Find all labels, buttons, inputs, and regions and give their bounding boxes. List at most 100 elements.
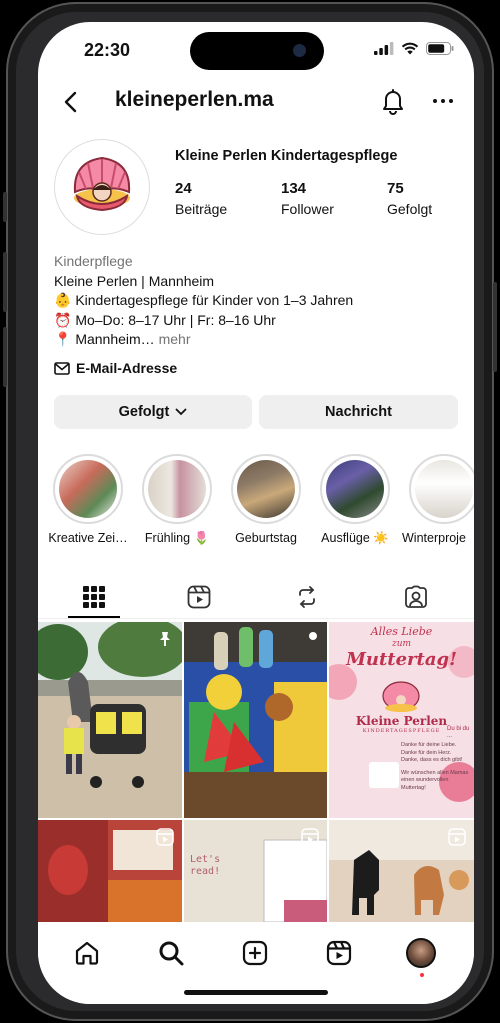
nav-home[interactable]: [70, 936, 104, 970]
mail-icon: [54, 361, 70, 375]
profile-notification-dot: [420, 973, 424, 977]
status-bar: 22:30: [38, 22, 474, 76]
muttertag-wish-line: Wir wünschen allen Mamas: [401, 769, 469, 776]
profile-avatar-icon: [406, 938, 436, 968]
bio: Kinderpflege Kleine Perlen | Mannheim 👶 …: [54, 252, 464, 350]
post-thumbnail[interactable]: Alles Liebe zum Muttertag! Kleine Perlen…: [329, 622, 474, 818]
bio-more-link[interactable]: mehr: [159, 331, 191, 347]
muttertag-thanks-line: Danke für deine Liebe.: [401, 742, 457, 748]
muttertag-thanks: Danke für deine Liebe. Danke für dein He…: [401, 742, 471, 792]
create-plus-icon: [242, 940, 268, 966]
muttertag-wish-line: Muttertag!: [401, 784, 426, 791]
nav-search[interactable]: [154, 936, 188, 970]
muttertag-thanks-line: Danke, dass es dich gibt!: [401, 757, 463, 763]
following-button[interactable]: Gefolgt: [54, 395, 252, 429]
stat-followers[interactable]: 134 Follower: [281, 180, 334, 217]
stat-followers-value: 134: [281, 180, 307, 197]
profile-category: Kinderpflege: [54, 253, 133, 269]
more-options-icon[interactable]: [430, 86, 456, 116]
highlight-thumb: [415, 460, 473, 518]
tab-reposts[interactable]: [292, 582, 322, 612]
reel-icon: [301, 828, 319, 846]
reels-icon: [326, 940, 352, 966]
post-thumbnail[interactable]: Let's read!: [184, 820, 327, 922]
notification-bell-icon[interactable]: [379, 86, 407, 116]
bio-line: Kleine Perlen | Mannheim: [54, 272, 215, 289]
chevron-down-icon: [175, 408, 187, 416]
email-link[interactable]: E-Mail-Adresse: [54, 360, 177, 376]
bio-line: 📍 Mannheim…: [54, 331, 155, 347]
highlight-thumb: [148, 460, 206, 518]
home-icon: [75, 941, 99, 965]
bio-line: ⏰ Mo–Do: 8–17 Uhr | Fr: 8–16 Uhr: [54, 311, 276, 328]
stat-posts[interactable]: 24 Beiträge: [175, 180, 227, 217]
post-image-park-strollers: [38, 622, 182, 818]
battery-icon: [426, 42, 454, 55]
highlight-kreative[interactable]: Kreative Zei…: [46, 454, 130, 545]
reel-icon: [448, 828, 466, 846]
post-thumbnail[interactable]: [184, 622, 327, 818]
signal-icon: [374, 42, 394, 55]
screen: 22:30 kleineperlen.ma Kleine Perlen Kind…: [38, 22, 474, 1004]
reading-caption: Let's read!: [190, 854, 221, 877]
stat-followers-label: Follower: [281, 201, 334, 217]
reel-icon: [156, 828, 174, 846]
shell-logo-icon: [73, 156, 131, 212]
profile-tabs: [38, 574, 474, 619]
reels-icon: [187, 585, 211, 609]
highlight-ring: [320, 454, 390, 524]
highlight-ausfluege[interactable]: Ausflüge ☀️: [313, 454, 397, 546]
highlight-label: Geburtstag: [235, 531, 297, 545]
muttertag-line1: Alles Liebe: [370, 625, 433, 638]
active-tab-indicator: [68, 616, 120, 618]
muttertag-wish-line: einen wundervollen: [401, 777, 449, 783]
grid-icon: [83, 586, 105, 608]
highlight-thumb: [237, 460, 295, 518]
highlight-thumb: [326, 460, 384, 518]
highlight-ring: [409, 454, 474, 524]
highlight-ring: [231, 454, 301, 524]
nav-reels[interactable]: [322, 936, 356, 970]
highlight-winterprojekte[interactable]: Winterproje: [402, 454, 474, 545]
camera: [293, 44, 306, 57]
tab-reels[interactable]: [184, 582, 214, 612]
post-thumbnail[interactable]: [38, 622, 182, 818]
mute-switch: [3, 192, 7, 222]
following-button-label: Gefolgt: [118, 404, 170, 420]
highlight-label: Ausflüge ☀️: [321, 531, 389, 545]
pin-icon: [160, 632, 170, 646]
repost-icon: [299, 586, 315, 608]
home-indicator: [184, 990, 328, 995]
post-thumbnail[interactable]: [38, 820, 182, 922]
username: kleineperlen.ma: [115, 88, 274, 111]
tab-tagged[interactable]: [401, 582, 431, 612]
volume-down-button: [3, 327, 7, 387]
profile-name: Kleine Perlen Kindertagespflege: [175, 148, 398, 164]
stat-following[interactable]: 75 Gefolgt: [387, 180, 432, 217]
multi-photo-dot-icon: [309, 632, 317, 640]
avatar[interactable]: [54, 139, 150, 235]
highlight-label: Frühling 🌷: [144, 531, 210, 545]
highlight-label: Winterproje: [402, 531, 466, 545]
stat-following-value: 75: [387, 180, 404, 197]
nav-create[interactable]: [238, 936, 272, 970]
muttertag-heading: Alles Liebe zum Muttertag!: [329, 626, 474, 670]
muttertag-side-card: Du bi du ...: [447, 726, 470, 739]
highlight-fruehling[interactable]: Frühling 🌷: [135, 454, 219, 546]
profile-header: kleineperlen.ma: [38, 82, 474, 126]
tagged-person-icon: [405, 585, 427, 608]
highlight-geburtstag[interactable]: Geburtstag: [224, 454, 308, 545]
post-thumbnail[interactable]: [329, 820, 474, 922]
phone-frame: 22:30 kleineperlen.ma Kleine Perlen Kind…: [3, 2, 497, 1021]
volume-up-button: [3, 252, 7, 312]
tab-grid[interactable]: [79, 582, 109, 612]
muttertag-line3: Muttertag!: [345, 649, 458, 670]
status-time: 22:30: [84, 40, 131, 60]
highlight-ring: [53, 454, 123, 524]
nav-profile[interactable]: [404, 936, 438, 970]
back-arrow-icon[interactable]: [58, 88, 86, 116]
power-button: [493, 282, 497, 372]
message-button[interactable]: Nachricht: [259, 395, 458, 429]
stat-posts-label: Beiträge: [175, 201, 228, 217]
highlight-ring: [142, 454, 212, 524]
